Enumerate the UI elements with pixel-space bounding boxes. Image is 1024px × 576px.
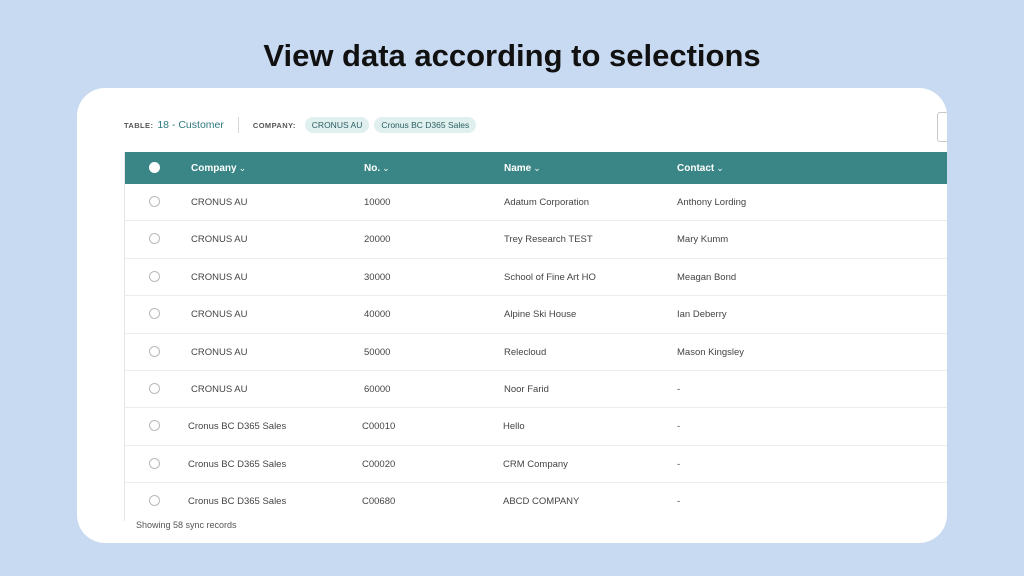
column-label: Contact	[677, 163, 715, 174]
cell-contact: -	[677, 383, 681, 395]
chevron-down-icon: ⌄	[238, 163, 247, 173]
row-select-radio[interactable]	[149, 270, 160, 282]
table-row[interactable]: CRONUS AU 50000 Relecloud Mason Kingsley	[125, 334, 947, 371]
table-row[interactable]: CRONUS AU 10000 Adatum Corporation Antho…	[125, 184, 947, 222]
row-select-radio[interactable]	[149, 457, 160, 469]
column-header-name[interactable]: Name ⌄	[504, 152, 541, 184]
chevron-down-icon: ⌄	[382, 163, 390, 173]
cell-contact: -	[677, 458, 681, 470]
cell-name: Alpine Ski House	[504, 309, 577, 321]
cell-no: C00020	[362, 458, 396, 470]
cell-company: CRONUS AU	[191, 271, 248, 283]
cell-name: CRM Company	[503, 458, 568, 470]
row-select-radio[interactable]	[149, 495, 160, 507]
cell-contact: Ian Deberry	[677, 309, 727, 321]
row-select-radio[interactable]	[149, 420, 160, 432]
records-card: TABLE: 18 - Customer COMPANY: CRONUS AU …	[77, 88, 947, 543]
cell-no: 30000	[364, 271, 391, 283]
cell-contact: Mary Kumm	[677, 234, 729, 246]
table-header: Company ⌄ No. ⌄ Name ⌄ Contact ⌄	[125, 152, 947, 184]
table-row[interactable]: CRONUS AU 20000 Trey Research TEST Mary …	[125, 221, 947, 259]
row-select-radio[interactable]	[149, 233, 160, 245]
cell-company: CRONUS AU	[191, 197, 248, 208]
cell-company: CRONUS AU	[191, 234, 248, 246]
cell-contact: -	[677, 496, 681, 508]
column-header-contact[interactable]: Contact ⌄	[677, 152, 724, 184]
column-label: No.	[364, 163, 381, 174]
cell-no: 50000	[364, 346, 391, 358]
cell-company: CRONUS AU	[191, 383, 248, 395]
select-all-radio[interactable]	[149, 162, 160, 173]
company-label: COMPANY:	[252, 120, 296, 130]
column-header-no[interactable]: No. ⌄	[364, 152, 390, 184]
sync-records-status: Showing 58 sync records	[136, 520, 237, 530]
table-row[interactable]: CRONUS AU 60000 Noor Farid -	[125, 371, 947, 409]
cell-company: Cronus BC D365 Sales	[188, 496, 287, 508]
row-select-radio[interactable]	[149, 196, 160, 207]
row-select-radio[interactable]	[149, 345, 160, 357]
cell-contact: Meagan Bond	[677, 271, 737, 283]
cell-contact: Anthony Lording	[677, 197, 747, 208]
truncated-button[interactable]	[937, 112, 947, 142]
table-row[interactable]: Cronus BC D365 Sales C00020 CRM Company …	[125, 446, 947, 484]
table-row[interactable]: Cronus BC D365 Sales C00010 Hello -	[125, 408, 947, 446]
company-chip[interactable]: CRONUS AU	[304, 117, 370, 133]
column-label: Company	[191, 163, 237, 174]
slide-title: View data according to selections	[263, 38, 761, 73]
row-select-radio[interactable]	[149, 382, 160, 394]
cell-no: 20000	[364, 234, 391, 246]
table-row[interactable]: CRONUS AU 30000 School of Fine Art HO Me…	[125, 259, 947, 297]
cell-company: Cronus BC D365 Sales	[188, 458, 287, 470]
cell-name: Trey Research TEST	[504, 234, 593, 246]
cell-no: 60000	[364, 383, 391, 395]
cell-no: 10000	[364, 197, 391, 208]
cell-name: Noor Farid	[504, 383, 549, 395]
table-value-link[interactable]: 18 - Customer	[157, 119, 224, 131]
table-row[interactable]: CRONUS AU 40000 Alpine Ski House Ian Deb…	[125, 296, 947, 334]
table-label: TABLE:	[124, 120, 154, 130]
table-row[interactable]: Cronus BC D365 Sales C00680 ABCD COMPANY…	[125, 483, 947, 520]
cell-no: C00010	[362, 421, 396, 433]
company-chip[interactable]: Cronus BC D365 Sales	[374, 117, 477, 133]
column-header-company[interactable]: Company ⌄	[191, 152, 246, 184]
cell-name: Hello	[503, 421, 525, 433]
filter-bar: TABLE: 18 - Customer COMPANY: CRONUS AU …	[124, 114, 477, 136]
cell-contact: Mason Kingsley	[677, 346, 745, 358]
cell-no: 40000	[364, 309, 391, 321]
cell-company: CRONUS AU	[191, 309, 248, 321]
column-label: Name	[504, 163, 532, 174]
records-table: Company ⌄ No. ⌄ Name ⌄ Contact ⌄ CRONUS AU 1…	[124, 152, 947, 521]
row-select-radio[interactable]	[149, 308, 160, 320]
cell-contact: -	[677, 421, 681, 433]
cell-name: ABCD COMPANY	[503, 496, 580, 508]
cell-name: Relecloud	[504, 346, 547, 358]
divider	[237, 117, 239, 133]
chevron-down-icon: ⌄	[533, 163, 541, 173]
cell-no: C00680	[362, 496, 396, 508]
chevron-down-icon: ⌄	[716, 163, 724, 173]
cell-name: School of Fine Art HO	[504, 271, 596, 283]
cell-company: CRONUS AU	[191, 346, 248, 358]
cell-name: Adatum Corporation	[504, 197, 590, 208]
cell-company: Cronus BC D365 Sales	[188, 421, 287, 433]
